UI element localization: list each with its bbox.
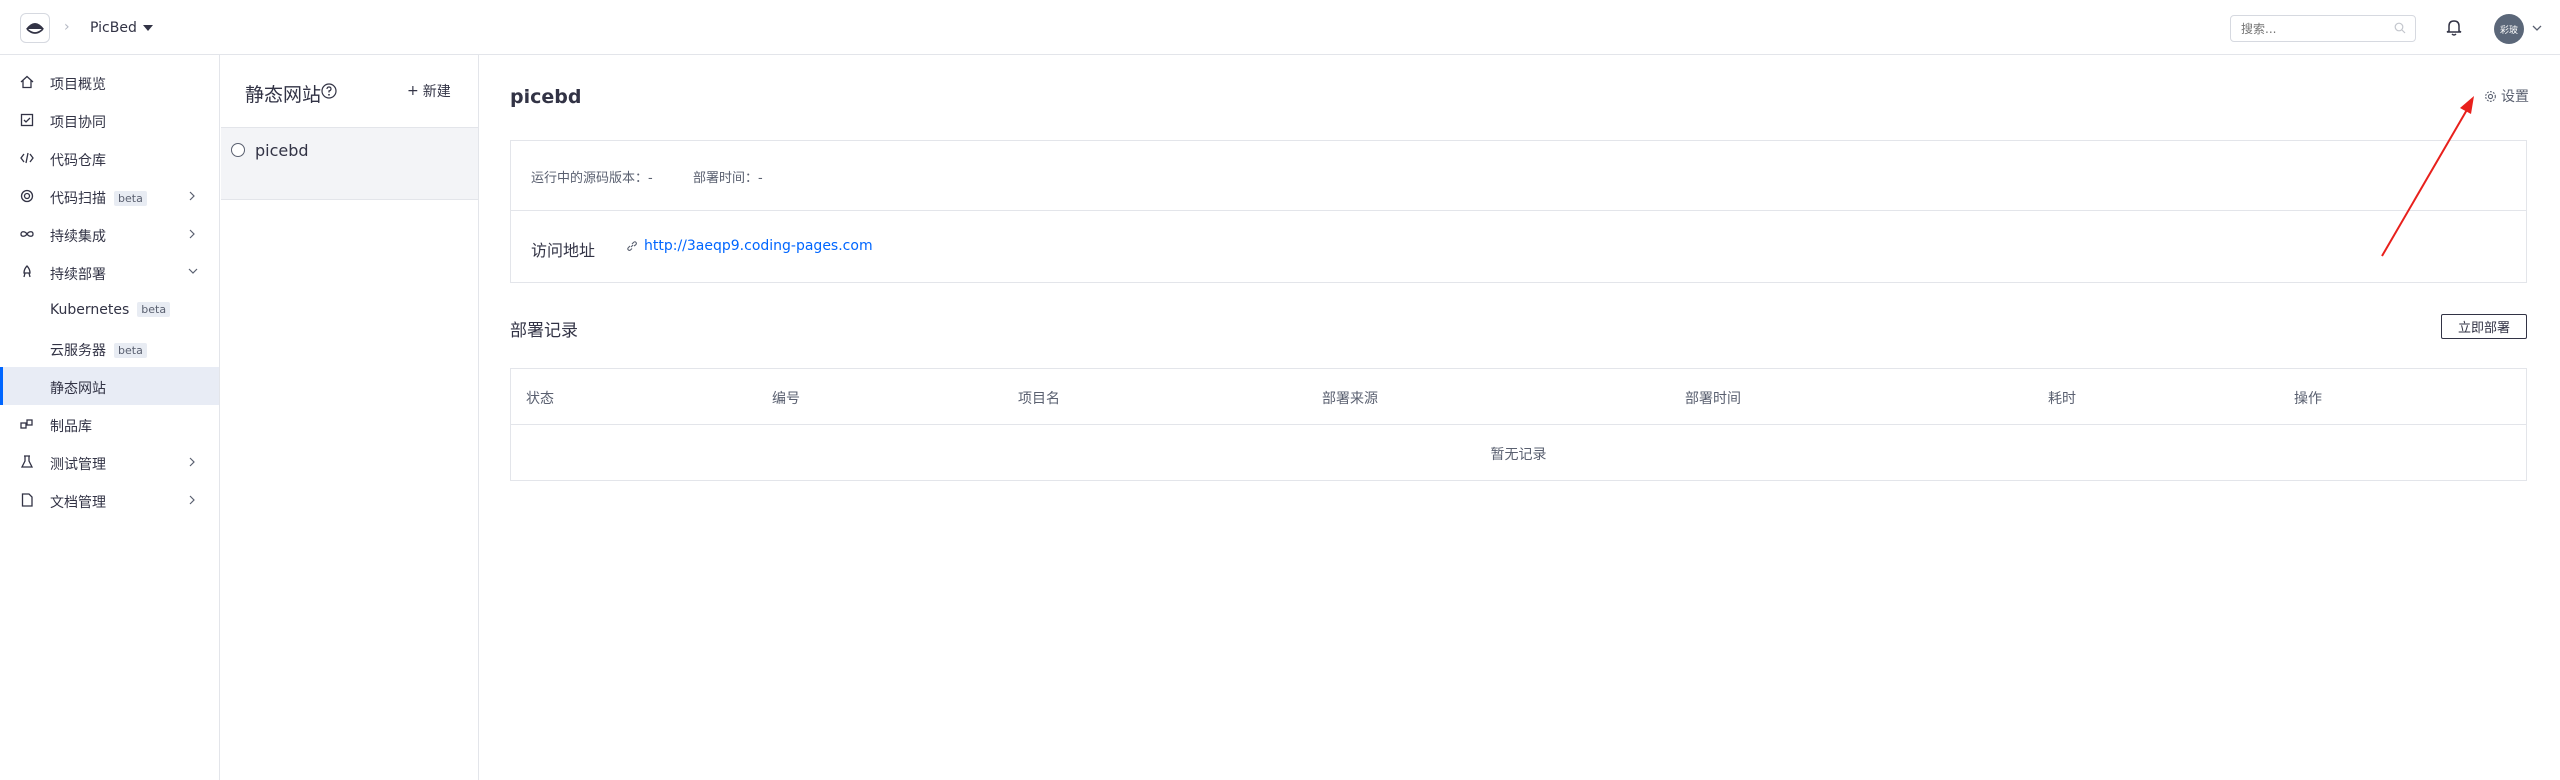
search-icon [2394, 22, 2406, 34]
deploy-time: 部署时间：- [693, 171, 763, 186]
sidebar-item-label: 云服务器 [50, 343, 106, 359]
document-icon [21, 493, 33, 507]
table-header: 状态 编号 项目名 部署来源 部署时间 耗时 操作 [511, 369, 2526, 425]
logo-icon [26, 23, 44, 34]
flask-icon [20, 455, 34, 468]
deploy-info-row: 运行中的源码版本：- 部署时间：- [511, 141, 2526, 211]
column-header-status: 状态 [526, 391, 554, 407]
static-site-list-panel: 静态网站 + 新建 picebd [221, 55, 479, 780]
gear-icon [2485, 90, 2496, 102]
deploy-now-button[interactable]: 立即部署 [2441, 314, 2527, 339]
settings-button[interactable]: 设置 [2484, 86, 2529, 106]
sidebar-item-ci[interactable]: 持续集成 [0, 215, 219, 253]
list-item[interactable]: picebd [221, 127, 478, 200]
column-header-deploy-time: 部署时间 [1685, 391, 1741, 407]
sidebar-item-code-scan[interactable]: 代码扫描 beta [0, 177, 219, 215]
sidebar-item-collaboration[interactable]: 项目协同 [0, 101, 219, 139]
home-icon [20, 75, 34, 89]
search-input[interactable] [2230, 15, 2416, 42]
avatar[interactable]: 彩玻 [2494, 14, 2524, 44]
sidebar-item-label: 制品库 [50, 419, 92, 435]
access-label: 访问地址 [531, 241, 596, 260]
project-name: PicBed [90, 20, 137, 36]
chevron-down-icon[interactable] [2532, 25, 2542, 31]
chevron-right-icon [189, 457, 195, 467]
link-icon [627, 241, 637, 251]
page-title: picebd [510, 86, 582, 108]
sidebar-item-label: 文档管理 [50, 495, 106, 511]
empty-state-text: 暂无记录 [1490, 447, 1547, 463]
sidebar-item-overview[interactable]: 项目概览 [0, 63, 219, 101]
deploy-records-title: 部署记录 [510, 321, 578, 341]
chevron-right-icon [189, 191, 195, 201]
new-button-label: 新建 [422, 84, 451, 100]
column-header-number: 编号 [772, 391, 800, 407]
column-header-actions: 操作 [2294, 391, 2322, 407]
sidebar-item-label: 项目协同 [50, 115, 106, 131]
site-name: picebd [255, 141, 309, 160]
package-icon [20, 419, 33, 429]
sidebar-item-label: 持续部署 [50, 267, 106, 283]
sidebar-item-code-repo[interactable]: 代码仓库 [0, 139, 219, 177]
sidebar-item-test-management[interactable]: 测试管理 [0, 443, 219, 481]
annotation-arrow-icon [2381, 96, 2474, 257]
site-radio[interactable] [231, 143, 245, 157]
scan-icon [20, 189, 34, 203]
column-header-source: 部署来源 [1322, 391, 1378, 407]
top-bar: › PicBed 彩玻 [0, 0, 2560, 55]
beta-badge: beta [114, 343, 147, 358]
sidebar-item-label-wrap: 云服务器 beta [50, 340, 147, 360]
column-header-duration: 耗时 [2048, 391, 2076, 407]
sidebar-item-label: Kubernetes [50, 302, 130, 318]
sidebar-item-label-wrap: Kubernetes beta [50, 302, 171, 318]
access-url-link[interactable]: http://3aeqp9.coding-pages.com [626, 238, 873, 254]
coding-logo[interactable] [20, 13, 50, 43]
sidebar-item-label: 静态网站 [50, 381, 106, 397]
code-icon [20, 152, 34, 164]
plus-icon: + [407, 83, 419, 99]
bell-icon[interactable] [2446, 18, 2462, 36]
chevron-right-icon [189, 495, 195, 505]
sidebar-item-label: 测试管理 [50, 457, 106, 473]
sidebar-item-label: 代码仓库 [50, 153, 106, 169]
new-site-button[interactable]: + 新建 [407, 81, 451, 101]
sidebar-item-cd[interactable]: 持续部署 [0, 253, 219, 291]
project-switcher[interactable]: PicBed [90, 20, 153, 36]
site-info-card: 运行中的源码版本：- 部署时间：- 访问地址 http://3aeqp9.cod… [510, 140, 2527, 283]
sidebar-item-static-site[interactable]: 静态网站 [0, 367, 219, 405]
rocket-icon [23, 265, 31, 278]
source-version: 运行中的源码版本：- [531, 171, 653, 186]
deploy-records-table: 状态 编号 项目名 部署来源 部署时间 耗时 操作 暂无记录 [510, 368, 2527, 481]
chevron-right-icon [189, 229, 195, 239]
help-icon[interactable] [321, 83, 337, 99]
column-header-project: 项目名 [1018, 391, 1060, 407]
chevron-right-icon: › [64, 19, 70, 35]
settings-label: 设置 [2501, 89, 2529, 105]
access-url: http://3aeqp9.coding-pages.com [644, 238, 873, 254]
sidebar-item-kubernetes[interactable]: Kubernetes beta [0, 291, 219, 329]
beta-badge: beta [114, 191, 147, 206]
infinity-icon [20, 231, 34, 237]
sidebar-item-label: 持续集成 [50, 229, 106, 245]
sidebar-item-cloud-server[interactable]: 云服务器 beta [0, 329, 219, 367]
caret-down-icon [142, 25, 153, 31]
sidebar-item-label: 代码扫描 [50, 191, 106, 207]
sidebar: 项目概览 项目协同 代码仓库 代码扫描 beta 持续集成 持续部署 Kubern… [0, 55, 220, 780]
beta-badge: beta [137, 302, 171, 317]
sidebar-item-label-wrap: 代码扫描 beta [50, 188, 147, 208]
sidebar-item-label: 项目概览 [50, 77, 106, 93]
sidebar-item-docs[interactable]: 文档管理 [0, 481, 219, 519]
panel-title: 静态网站 [245, 84, 322, 106]
sidebar-item-artifacts[interactable]: 制品库 [0, 405, 219, 443]
chevron-down-icon [188, 268, 198, 274]
checkbox-icon [20, 113, 34, 127]
